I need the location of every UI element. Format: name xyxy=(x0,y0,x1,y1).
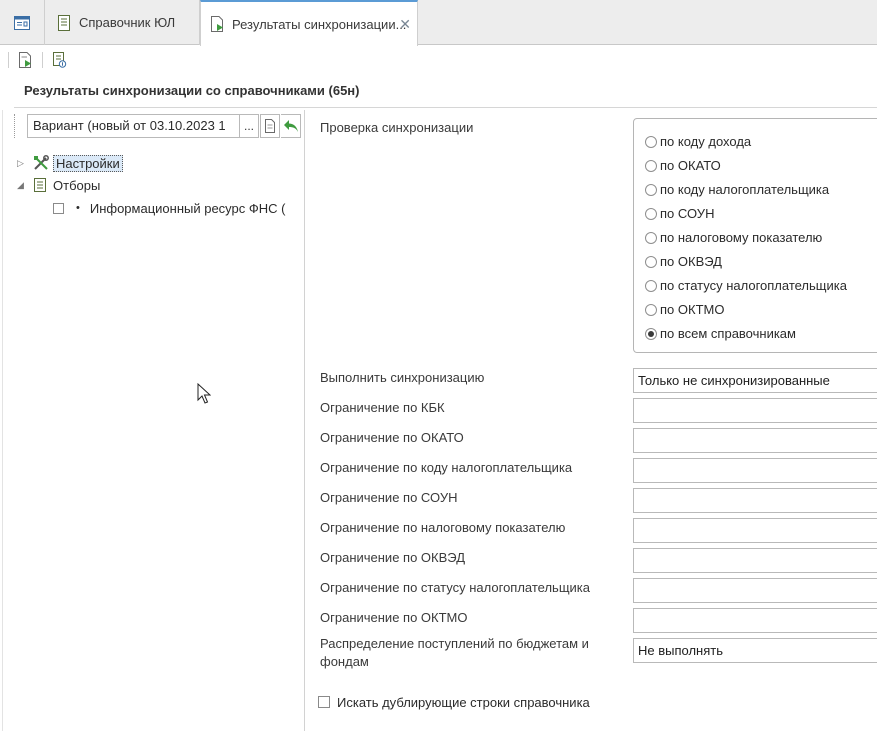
export-settings-button[interactable] xyxy=(49,50,69,70)
tree-node-label: Информационный ресурс ФНС ( xyxy=(89,200,286,216)
tax-indicator-limit-label: Ограничение по налоговому показателю xyxy=(320,520,566,535)
find-duplicates-label: Искать дублирующие строки справочника xyxy=(337,694,590,710)
radio-by-oktmo[interactable]: по ОКТМО xyxy=(645,302,724,317)
expand-icon[interactable]: ▷ xyxy=(17,158,27,169)
okved-limit-field[interactable] xyxy=(633,548,877,573)
window-list-icon xyxy=(14,15,30,30)
tree-node-filter-item[interactable]: • Информационный ресурс ФНС ( xyxy=(53,198,285,218)
find-duplicates-checkbox-row[interactable]: Искать дублирующие строки справочника xyxy=(318,692,590,712)
soun-limit-label: Ограничение по СОУН xyxy=(320,490,458,505)
radio-by-taxpayer-code[interactable]: по коду налогоплательщика xyxy=(645,182,829,197)
radio-by-taxpayer-status[interactable]: по статусу налогоплательщика xyxy=(645,278,847,293)
kbk-limit-label: Ограничение по КБК xyxy=(320,400,445,415)
okved-limit-label: Ограничение по ОКВЭД xyxy=(320,550,465,565)
new-document-icon xyxy=(265,119,275,133)
oktmo-limit-label: Ограничение по ОКТМО xyxy=(320,610,468,625)
radio-label: по коду дохода xyxy=(660,134,752,149)
radio-icon[interactable] xyxy=(645,159,657,172)
collapse-icon[interactable]: ◢ xyxy=(17,180,27,191)
radio-label: по ОКТМО xyxy=(660,302,725,317)
run-report-button[interactable] xyxy=(15,50,35,70)
tree-node-label: Настройки xyxy=(53,154,123,172)
sync-check-label: Проверка синхронизации xyxy=(320,120,474,135)
toolbar-grip xyxy=(14,114,24,138)
directory-icon xyxy=(58,14,70,31)
radio-label: по статусу налогоплательщика xyxy=(660,278,847,293)
radio-icon[interactable] xyxy=(645,183,657,196)
tax-indicator-limit-field[interactable] xyxy=(633,518,877,543)
tree-node-settings[interactable]: ▷ Настройки xyxy=(17,153,123,173)
settings-export-icon xyxy=(53,52,67,68)
divider xyxy=(2,110,3,731)
taxpayer-code-limit-label: Ограничение по коду налогоплательщика xyxy=(320,460,573,475)
radio-label: по всем справочникам xyxy=(660,326,796,341)
radio-by-tax-indicator[interactable]: по налоговому показателю xyxy=(645,230,822,245)
distribution-select[interactable]: Не выполнять xyxy=(633,638,877,663)
filter-list-icon xyxy=(34,178,46,192)
tree-node-filters[interactable]: ◢ Отборы xyxy=(17,175,100,195)
run-sync-label: Выполнить синхронизацию xyxy=(320,370,485,385)
radio-icon[interactable] xyxy=(645,207,657,220)
toolbar xyxy=(0,46,877,74)
report-run-icon xyxy=(211,16,223,32)
mouse-cursor-icon xyxy=(197,383,211,404)
tab-legal-entities[interactable]: Справочник ЮЛ xyxy=(45,0,200,45)
variant-new-button[interactable] xyxy=(260,114,280,138)
taxpayer-code-limit-field[interactable] xyxy=(633,458,877,483)
toolbar-grip xyxy=(8,52,9,68)
find-duplicates-checkbox[interactable] xyxy=(318,696,330,708)
bullet-icon: • xyxy=(76,202,80,214)
radio-icon[interactable] xyxy=(645,279,657,292)
radio-by-okved[interactable]: по ОКВЭД xyxy=(645,254,722,269)
distribution-label-cont: фондам xyxy=(320,654,369,669)
variant-reset-button[interactable] xyxy=(281,114,301,138)
toolbar-separator xyxy=(42,52,43,68)
close-icon[interactable]: ✕ xyxy=(399,16,411,33)
tab-home[interactable] xyxy=(0,0,45,45)
run-sync-select[interactable]: Только не синхронизированные xyxy=(633,368,877,393)
panel-splitter[interactable] xyxy=(304,110,305,731)
radio-icon[interactable] xyxy=(645,303,657,316)
radio-by-okato[interactable]: по ОКАТО xyxy=(645,158,721,173)
radio-icon[interactable] xyxy=(645,231,657,244)
tab-label: Справочник ЮЛ xyxy=(79,15,176,30)
distribution-label: Распределение поступлений по бюджетам и xyxy=(320,636,589,651)
oktmo-limit-field[interactable] xyxy=(633,608,877,633)
undo-arrow-icon xyxy=(283,120,298,132)
radio-label: по налоговому показателю xyxy=(660,230,823,245)
radio-label: по коду налогоплательщика xyxy=(660,182,830,197)
variant-field[interactable]: Вариант (новый от 03.10.2023 1 xyxy=(27,114,240,138)
tools-icon xyxy=(34,155,49,170)
taxpayer-status-limit-field[interactable] xyxy=(633,578,877,603)
radio-icon[interactable] xyxy=(645,255,657,268)
radio-by-soun[interactable]: по СОУН xyxy=(645,206,714,221)
page-title: Результаты синхронизации со справочникам… xyxy=(24,83,360,98)
run-report-icon xyxy=(19,52,31,68)
radio-selected-icon[interactable] xyxy=(645,327,657,340)
radio-label: по ОКВЭД xyxy=(660,254,722,269)
radio-label: по ОКАТО xyxy=(660,158,721,173)
radio-label: по СОУН xyxy=(660,206,715,221)
tree-node-label: Отборы xyxy=(53,177,101,193)
divider xyxy=(14,107,877,108)
okato-limit-label: Ограничение по ОКАТО xyxy=(320,430,464,445)
radio-by-all-directories[interactable]: по всем справочникам xyxy=(645,326,796,341)
filter-checkbox[interactable] xyxy=(53,202,64,214)
okato-limit-field[interactable] xyxy=(633,428,877,453)
taxpayer-status-limit-label: Ограничение по статусу налогоплательщика xyxy=(320,580,590,595)
kbk-limit-field[interactable] xyxy=(633,398,877,423)
tab-label: Результаты синхронизации... xyxy=(232,16,407,32)
soun-limit-field[interactable] xyxy=(633,488,877,513)
radio-icon[interactable] xyxy=(645,135,657,148)
tab-bar: Справочник ЮЛ Результаты синхронизации..… xyxy=(0,0,877,46)
variant-select-button[interactable]: ... xyxy=(239,114,259,138)
radio-by-income-code[interactable]: по коду дохода xyxy=(645,134,751,149)
tab-sync-results[interactable]: Результаты синхронизации... ✕ xyxy=(200,0,418,46)
